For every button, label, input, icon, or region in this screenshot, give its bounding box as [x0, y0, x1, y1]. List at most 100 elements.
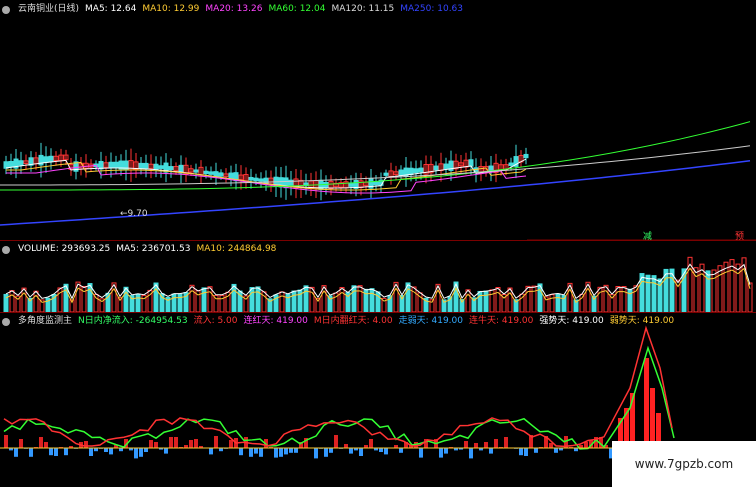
outflow-bar: [54, 448, 58, 456]
outflow-bar: [554, 448, 558, 453]
ma-legend-item-2: MA20: 13.26: [205, 4, 263, 14]
inflow-bar: [19, 439, 23, 448]
outflow-bar: [134, 448, 138, 459]
outflow-bar: [519, 448, 523, 456]
outflow-bar: [384, 448, 388, 455]
volume-bar: [549, 294, 555, 312]
volume-pane[interactable]: VOLUME: 293693.25 MA5: 236701.53 MA10: 244…: [0, 240, 756, 312]
volume-bar: [483, 290, 489, 312]
candle-body: [18, 160, 24, 166]
outflow-bar: [139, 448, 143, 457]
outflow-bar: [294, 448, 298, 453]
candle-body: [213, 171, 219, 177]
outflow-bar: [524, 448, 528, 456]
outflow-bar: [89, 448, 93, 456]
ma-legend-item-3: MA60: 12.04: [268, 4, 326, 14]
candle-body: [113, 161, 119, 169]
outflow-bar: [14, 448, 18, 457]
inflow-bar: [504, 437, 508, 448]
volume-legend-item-0: VOLUME: 293693.25: [18, 244, 111, 254]
outflow-bar: [379, 448, 383, 452]
candle-body: [228, 172, 234, 180]
candle-body: [508, 162, 514, 166]
candle-body: [158, 165, 164, 169]
inflow-bar: [194, 439, 198, 448]
volume-bar: [189, 284, 195, 312]
inflow-bar: [344, 444, 348, 448]
outflow-bar: [279, 448, 283, 457]
outflow-bar: [359, 448, 363, 456]
volume-bar: [339, 287, 345, 312]
volume-bar: [105, 292, 111, 312]
inflow-bar: [154, 442, 158, 448]
inflow-bar: [650, 388, 655, 448]
price-pane[interactable]: 云南铜业(日线) MA5: 12.64 MA10: 12.99 MA20: 13.2…: [0, 0, 756, 242]
outflow-bar: [274, 448, 278, 458]
volume-bar: [615, 285, 621, 312]
outflow-bar: [419, 448, 423, 458]
candle-body: [108, 161, 114, 169]
inflow-bar: [644, 358, 649, 448]
volume-bar: [489, 289, 495, 312]
outflow-bar: [239, 448, 243, 456]
ma-legend: MA5: 12.64 MA10: 12.99 MA20: 13.26 MA60: 12…: [85, 4, 463, 15]
volume-bar: [723, 261, 729, 312]
watermark: www.7gpzb.com: [612, 441, 756, 487]
outflow-bar: [349, 448, 353, 454]
volume-bar: [171, 293, 177, 312]
candle-body: [248, 176, 254, 181]
inflow-bar: [4, 435, 8, 448]
volume-bar: [231, 283, 237, 312]
outflow-bar: [314, 448, 318, 459]
settings-icon[interactable]: [2, 245, 10, 254]
inflow-bar: [44, 442, 48, 448]
volume-bar: [303, 285, 309, 312]
inflow-bar: [169, 437, 173, 448]
outflow-bar: [324, 448, 328, 457]
volume-bar: [705, 270, 711, 312]
inflow-bar: [189, 440, 193, 448]
price-title: 云南铜业(日线): [18, 4, 80, 14]
settings-icon[interactable]: [2, 5, 10, 14]
inflow-bar: [149, 440, 153, 448]
candle-body: [3, 161, 9, 169]
volume-bar: [249, 287, 255, 312]
volume-bar: [495, 287, 501, 312]
volume-bar: [651, 275, 657, 312]
outflow-bar: [444, 448, 448, 454]
volume-bar: [9, 290, 15, 312]
candle-body: [168, 166, 174, 171]
indicator-legend-item-3: M日内翻红天: 4.00: [313, 316, 393, 326]
candle-body: [138, 162, 144, 169]
indicator-header: 多角度监测主 N日内净流入: -264954.53 流入: 5.00 连红天: 41…: [2, 316, 674, 327]
outflow-bar: [329, 448, 333, 453]
candle-body: [218, 172, 224, 177]
volume-bar: [201, 287, 207, 312]
ma-legend-item-0: MA5: 12.64: [85, 4, 137, 14]
outflow-bar: [254, 448, 258, 454]
candle-body: [253, 177, 259, 182]
candle-body: [208, 171, 214, 175]
candle-body: [523, 153, 529, 159]
outflow-bar: [144, 448, 148, 452]
indicator-legend-item-5: 连牛天: 419.00: [468, 316, 534, 326]
candlestick-chart[interactable]: [0, 0, 756, 240]
outflow-bar: [49, 448, 53, 456]
inflow-bar: [474, 443, 478, 448]
candle-body: [203, 170, 209, 175]
inflow-bar: [369, 439, 373, 448]
outflow-bar: [289, 448, 293, 453]
volume-bar: [555, 293, 561, 312]
candle-body: [413, 168, 419, 174]
inflow-bar: [84, 441, 88, 448]
settings-icon[interactable]: [2, 317, 10, 326]
inflow-bar: [214, 436, 218, 448]
inflow-bar: [39, 437, 43, 448]
candle-body: [8, 161, 14, 168]
outflow-bar: [489, 448, 493, 454]
volume-bar: [525, 285, 531, 312]
ma-legend-item-1: MA10: 12.99: [142, 4, 200, 14]
outflow-bar: [469, 448, 473, 459]
candle-body: [443, 163, 449, 170]
volume-bar: [177, 293, 183, 312]
